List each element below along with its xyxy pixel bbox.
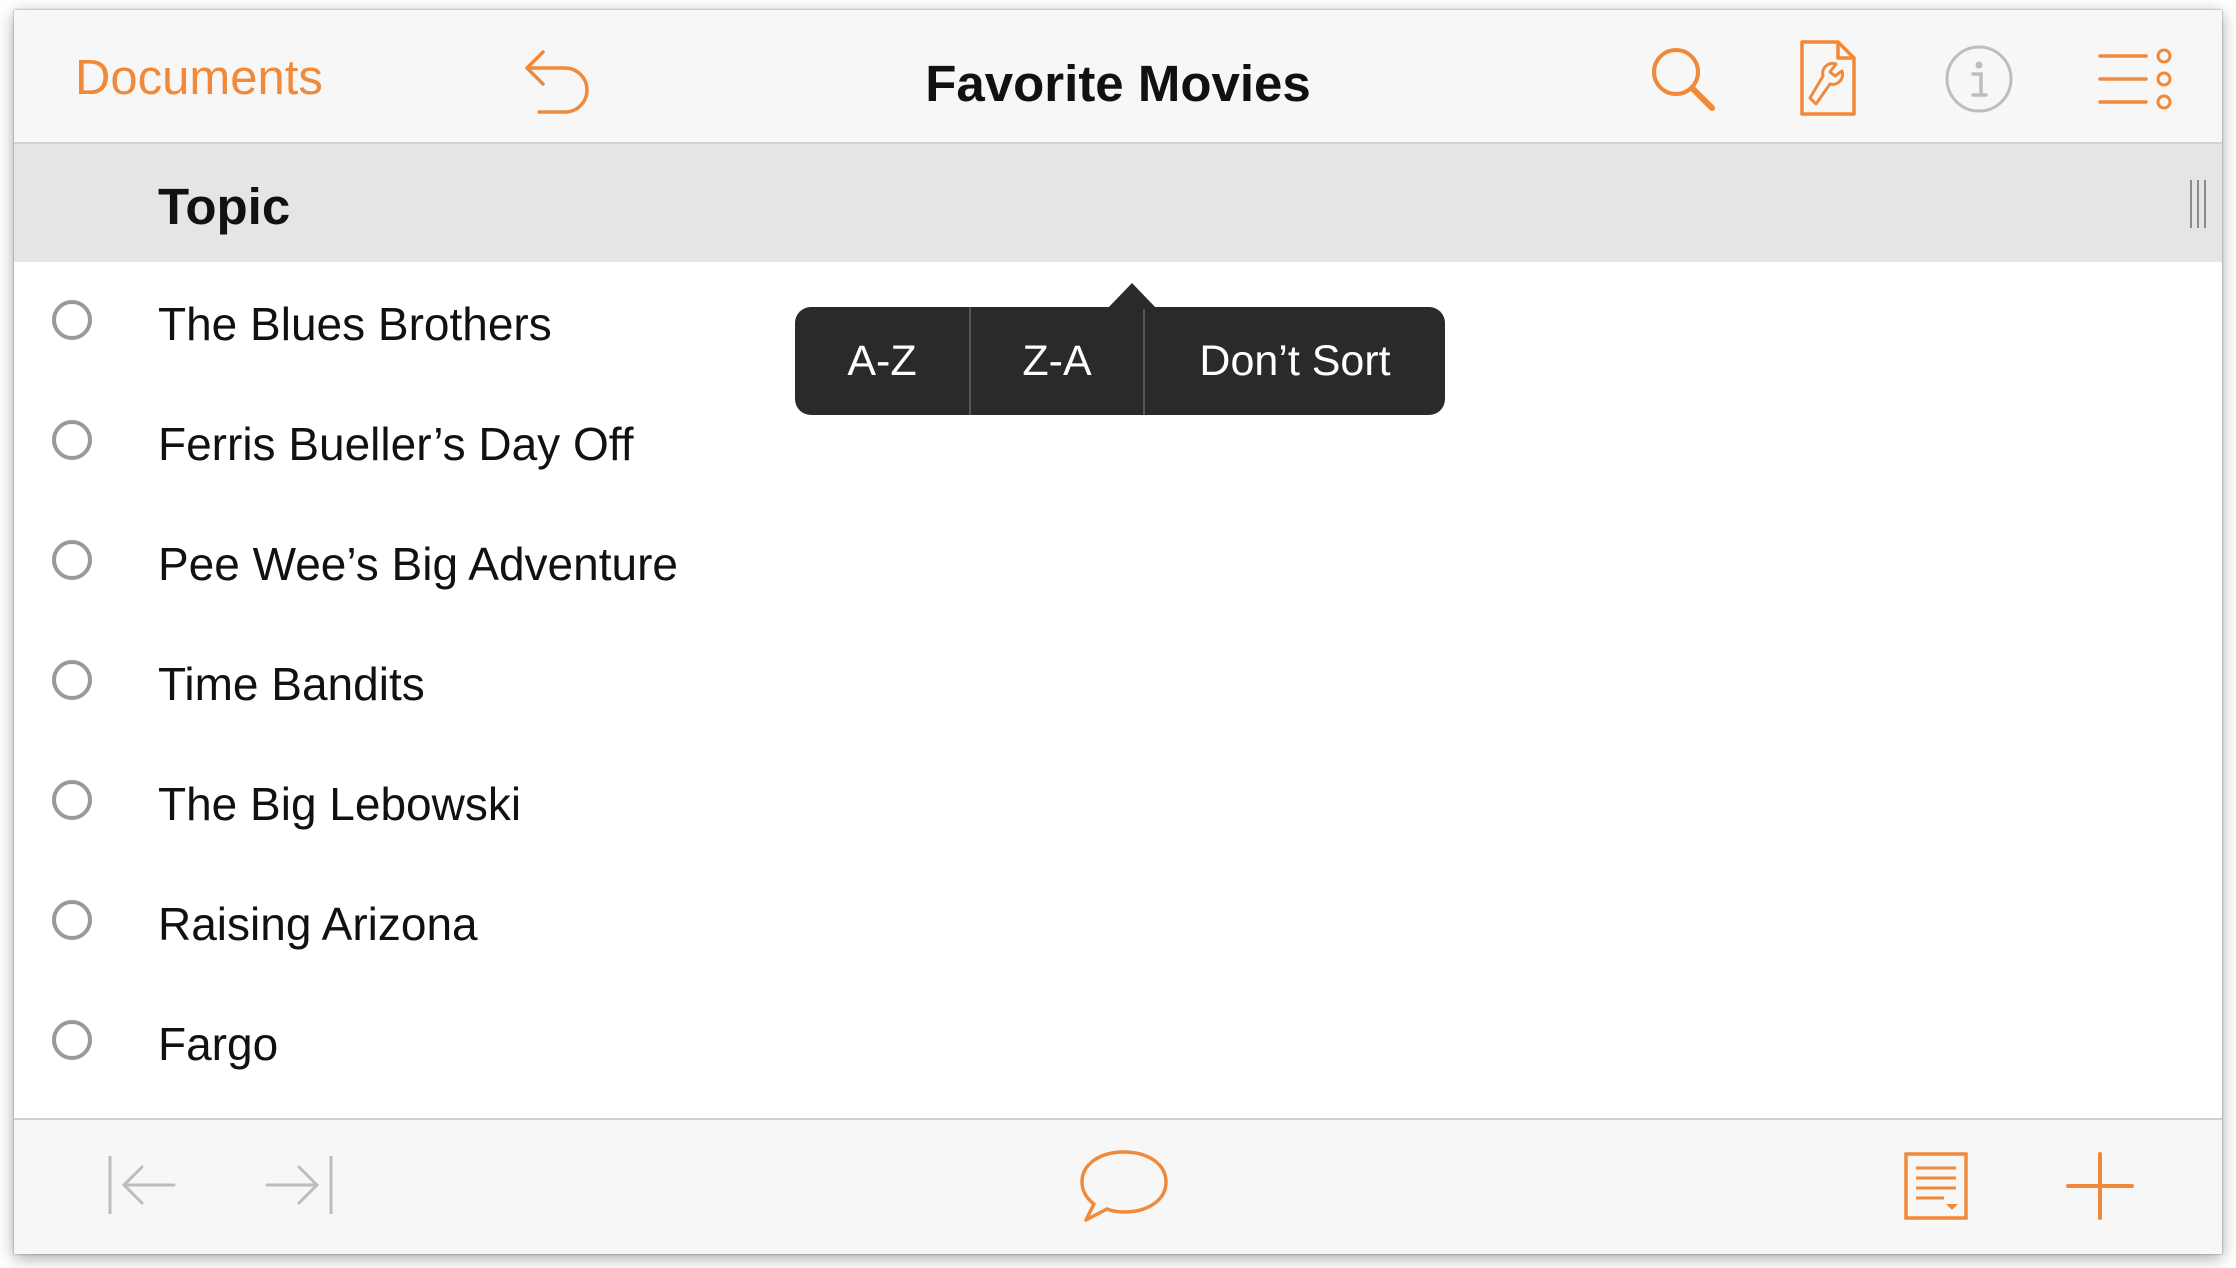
document-settings-icon[interactable] <box>1792 36 1866 120</box>
status-checkbox[interactable] <box>52 300 92 340</box>
row-topic[interactable]: The Blues Brothers <box>158 297 552 351</box>
outdent-icon[interactable] <box>102 1150 182 1220</box>
row-topic[interactable]: Pee Wee’s Big Adventure <box>158 537 678 591</box>
row-topic[interactable]: The Big Lebowski <box>158 777 521 831</box>
outline-row[interactable]: Raising Arizona <box>14 862 2222 982</box>
app-window: Documents Favorite Movies Topic The Blue… <box>14 10 2222 1254</box>
add-icon[interactable] <box>2060 1146 2140 1226</box>
topic-column-header[interactable]: Topic <box>158 177 290 236</box>
status-checkbox[interactable] <box>52 1020 92 1060</box>
indent-icon[interactable] <box>259 1150 339 1220</box>
outline-row[interactable]: Time Bandits <box>14 622 2222 742</box>
status-checkbox[interactable] <box>52 780 92 820</box>
top-toolbar: Documents Favorite Movies <box>14 10 2222 144</box>
sort-z-a-button[interactable]: Z-A <box>969 307 1143 415</box>
column-resize-handle-icon[interactable] <box>2186 178 2212 230</box>
comment-icon[interactable] <box>1074 1144 1174 1228</box>
row-topic[interactable]: Time Bandits <box>158 657 425 711</box>
outline-row[interactable]: Pee Wee’s Big Adventure <box>14 502 2222 622</box>
search-icon[interactable] <box>1644 40 1724 120</box>
status-checkbox[interactable] <box>52 900 92 940</box>
row-topic[interactable]: Fargo <box>158 1017 278 1071</box>
row-topic[interactable]: Raising Arizona <box>158 897 478 951</box>
info-icon[interactable] <box>1942 42 2016 116</box>
dont-sort-button[interactable]: Don’t Sort <box>1143 307 1445 415</box>
bottom-toolbar <box>14 1118 2222 1254</box>
outline-row[interactable]: Fargo <box>14 982 2222 1102</box>
sort-popup-menu: A-Z Z-A Don’t Sort <box>795 283 1445 415</box>
status-checkbox[interactable] <box>52 540 92 580</box>
outline-menu-icon[interactable] <box>2094 42 2180 116</box>
sort-a-z-button[interactable]: A-Z <box>795 307 969 415</box>
row-topic[interactable]: Ferris Bueller’s Day Off <box>158 417 633 471</box>
note-icon[interactable] <box>1900 1148 1972 1224</box>
status-checkbox[interactable] <box>52 420 92 460</box>
outline-row[interactable]: The Big Lebowski <box>14 742 2222 862</box>
column-header-row[interactable]: Topic <box>14 144 2222 262</box>
document-title: Favorite Movies <box>925 55 1311 112</box>
status-checkbox[interactable] <box>52 660 92 700</box>
